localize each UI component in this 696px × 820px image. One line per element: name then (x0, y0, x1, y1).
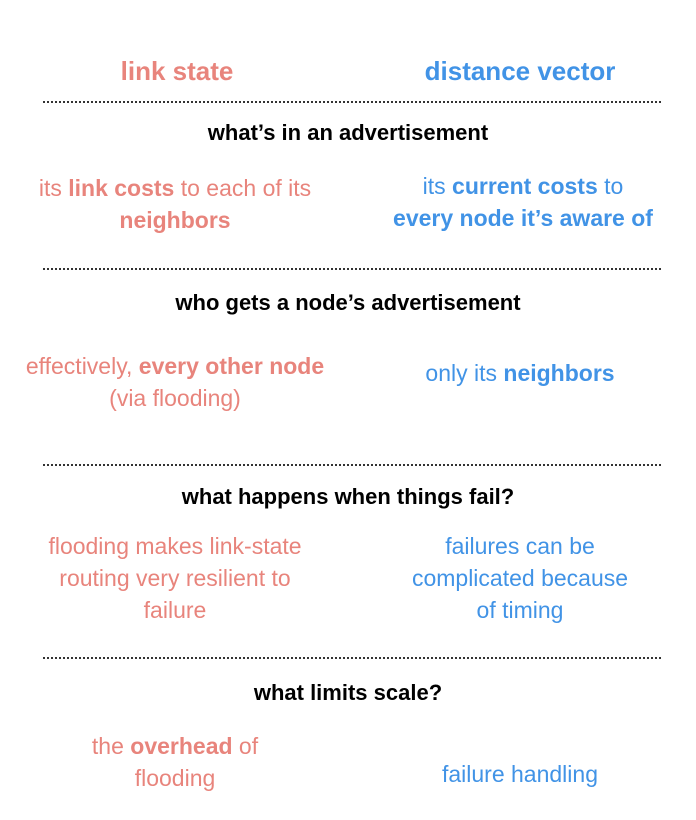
distance-vector-answer-failure: failures can be complicated because of t… (411, 533, 629, 623)
question-scale-limits: what limits scale? (253, 680, 443, 705)
link-state-header: link state (120, 56, 234, 86)
distance-vector-header: distance vector (424, 56, 616, 86)
question-advertisement-contents: what’s in an advertisement (207, 120, 489, 145)
distance-vector-answer-advertisement: its current costs to every node it’s awa… (393, 173, 653, 231)
divider (43, 268, 661, 270)
distance-vector-answer-recipients: only its neighbors (425, 360, 615, 386)
divider (43, 101, 661, 103)
link-state-answer-scale: the overhead of flooding (91, 733, 259, 791)
link-state-answer-failure: flooding makes link-state routing very r… (48, 533, 302, 623)
divider (43, 657, 661, 659)
link-state-answer-recipients: effectively, every other node (via flood… (25, 353, 325, 411)
question-advertisement-recipients: who gets a node’s advertisement (175, 290, 521, 315)
link-state-answer-advertisement: its link costs to each of its neighbors (38, 175, 312, 233)
question-failure-behavior: what happens when things fail? (181, 484, 515, 509)
distance-vector-answer-scale: failure handling (441, 761, 598, 787)
divider (43, 464, 661, 466)
